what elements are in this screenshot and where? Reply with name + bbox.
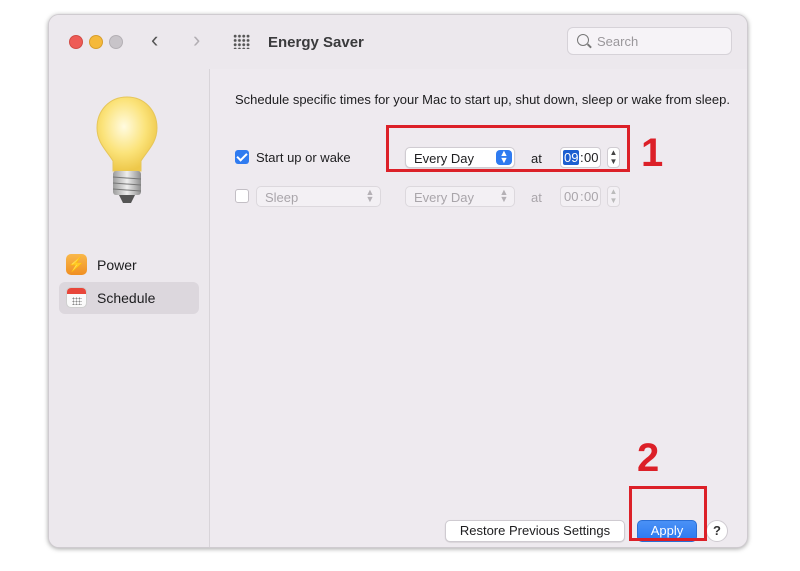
search-icon [577,34,589,46]
forward-chevron-icon[interactable]: › [193,29,200,51]
lightbulb-icon [96,96,158,203]
sidebar: ⚡ Power Schedule [49,69,210,547]
sleep-frequency-popup[interactable]: Every Day ▲ ▼ [405,186,515,207]
sleep-time-field[interactable]: 00 : 00 [560,186,601,207]
sleep-time-stepper[interactable]: ▲ ▼ [607,186,620,207]
sleep-frequency-value: Every Day [414,190,474,205]
hour-field[interactable]: 00 [563,189,579,204]
restore-previous-settings-button[interactable]: Restore Previous Settings [445,520,625,542]
annotation-number-step2: 2 [637,436,660,480]
annotation-box-step1 [386,125,630,172]
show-all-grid-icon[interactable] [233,34,250,49]
minute-field[interactable]: 00 [584,189,598,204]
chevron-updown-icon: ▲ ▼ [499,187,509,204]
sidebar-item-power[interactable]: ⚡ Power [59,249,199,281]
sleep-action-value: Sleep [265,190,299,205]
annotation-number-step1: 1 [641,131,664,175]
search-field[interactable] [567,27,732,55]
sidebar-item-schedule[interactable]: Schedule [59,282,199,314]
zoom-window-button[interactable] [109,35,123,49]
back-chevron-icon[interactable]: ‹ [151,29,158,51]
sleep-checkbox[interactable] [235,189,249,203]
title-bar: ‹ › Energy Saver [49,15,747,69]
annotation-box-step2 [629,486,707,541]
search-input[interactable] [597,32,725,50]
schedule-description: Schedule specific times for your Mac to … [235,92,730,107]
minimize-window-button[interactable] [89,35,103,49]
close-window-button[interactable] [69,35,83,49]
startup-wake-checkbox[interactable] [235,150,249,164]
help-button[interactable]: ? [706,520,728,542]
window-title: Energy Saver [268,34,364,51]
sidebar-item-label: Power [97,257,137,273]
startup-wake-label: Start up or wake [256,150,351,165]
chevron-updown-icon: ▲ ▼ [365,187,375,204]
at-label: at [531,190,542,205]
sleep-action-popup[interactable]: Sleep ▲ ▼ [256,186,381,207]
calendar-icon [66,287,87,308]
sidebar-item-label: Schedule [97,290,156,306]
bolt-icon: ⚡ [66,254,87,275]
